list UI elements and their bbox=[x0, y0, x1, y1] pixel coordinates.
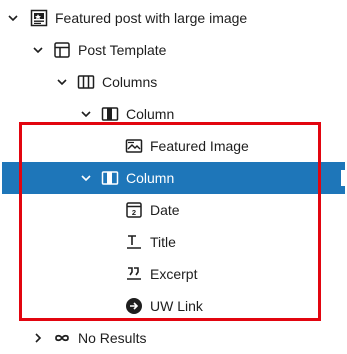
chevron-down-icon[interactable] bbox=[80, 172, 92, 184]
column-icon bbox=[100, 104, 120, 124]
tree-row-column[interactable]: Column bbox=[0, 98, 347, 130]
tree-row-featured-post[interactable]: Featured post with large image bbox=[0, 2, 347, 34]
calendar-icon: 2 bbox=[124, 200, 144, 220]
tree-item-label: UW Link bbox=[150, 298, 203, 314]
tree-row-post-template[interactable]: Post Template bbox=[0, 34, 347, 66]
tree-item-label: Column bbox=[126, 106, 175, 122]
arrow-circle-icon bbox=[124, 296, 144, 316]
tree-item-label: Excerpt bbox=[150, 266, 198, 282]
post-featured-icon bbox=[29, 8, 49, 28]
tree-row-excerpt[interactable]: Excerpt bbox=[0, 258, 347, 290]
tree-item-label: Title bbox=[150, 234, 176, 250]
tree-item-label: Columns bbox=[102, 74, 158, 90]
tree-item-label: No Results bbox=[78, 330, 147, 346]
layout-icon bbox=[52, 40, 72, 60]
tree-item-label: Featured Image bbox=[150, 138, 249, 154]
tree-row-columns[interactable]: Columns bbox=[0, 66, 347, 98]
tree-row-title[interactable]: Title bbox=[0, 226, 347, 258]
infinity-icon bbox=[52, 328, 72, 348]
calendar-icon-day: 2 bbox=[132, 208, 136, 217]
tree-item-label: Column bbox=[126, 170, 175, 186]
tree-row-featured-image[interactable]: Featured Image bbox=[0, 130, 347, 162]
columns-icon bbox=[76, 72, 96, 92]
tree-row-date[interactable]: 2 Date bbox=[0, 194, 347, 226]
tree-row-column-selected[interactable]: Column bbox=[2, 162, 345, 194]
tree-item-label: Featured post with large image bbox=[55, 10, 248, 26]
quote-icon bbox=[124, 264, 144, 284]
chevron-down-icon[interactable] bbox=[32, 44, 44, 56]
tree-item-label: Post Template bbox=[78, 42, 167, 58]
column-icon bbox=[100, 168, 120, 188]
chevron-down-icon[interactable] bbox=[80, 108, 92, 120]
chevron-right-icon[interactable] bbox=[32, 332, 44, 344]
image-icon bbox=[124, 136, 144, 156]
tree-item-label: Date bbox=[150, 202, 180, 218]
tree-row-uw-link[interactable]: UW Link bbox=[0, 290, 347, 322]
chevron-down-icon[interactable] bbox=[7, 12, 19, 24]
title-icon bbox=[124, 232, 144, 252]
options-handle[interactable] bbox=[341, 170, 345, 186]
chevron-down-icon[interactable] bbox=[56, 76, 68, 88]
tree-row-no-results[interactable]: No Results bbox=[0, 322, 347, 354]
